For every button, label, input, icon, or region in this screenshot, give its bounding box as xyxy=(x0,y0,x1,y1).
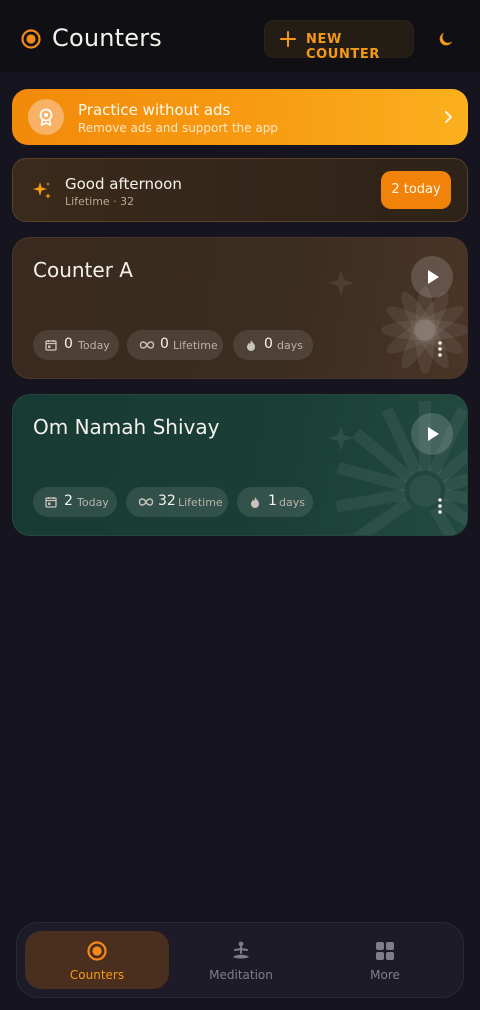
streak-count: 1 xyxy=(268,493,277,509)
today-label: Today xyxy=(77,496,109,509)
greeting-lifetime: Lifetime · 32 xyxy=(65,195,135,208)
play-icon xyxy=(428,427,439,441)
counter-card[interactable]: Counter A 0 Today 0 Lifetime 0 days xyxy=(12,237,468,379)
nav-item-more[interactable]: More xyxy=(313,931,457,989)
today-count: 0 xyxy=(64,336,73,352)
meditation-icon xyxy=(233,941,249,959)
lifetime-stat-chip: 32 Lifetime xyxy=(126,487,228,517)
award-badge-icon xyxy=(28,99,64,135)
lifetime-label: Lifetime xyxy=(173,339,218,352)
page-title: Counters xyxy=(52,24,163,52)
greeting-card: Good afternoon Lifetime · 32 2 today xyxy=(12,158,468,222)
chevron-right-icon xyxy=(445,111,452,123)
app-root: Counters NEW COUNTER Practice without ad… xyxy=(0,0,480,1010)
more-vertical-icon[interactable] xyxy=(433,496,447,516)
today-stat-chip: 2 Today xyxy=(33,487,117,517)
greeting-title: Good afternoon xyxy=(65,175,182,193)
grid-icon xyxy=(376,942,394,960)
plus-icon xyxy=(280,31,296,47)
more-vertical-icon[interactable] xyxy=(433,339,447,359)
lifetime-stat-chip: 0 Lifetime xyxy=(127,330,223,360)
moon-icon[interactable] xyxy=(436,28,458,50)
today-label: Today xyxy=(78,339,110,352)
flame-icon xyxy=(251,497,259,508)
target-icon xyxy=(21,29,41,49)
top-app-bar: Counters NEW COUNTER xyxy=(0,0,480,72)
streak-count: 0 xyxy=(264,336,273,352)
nav-label-meditation: Meditation xyxy=(209,968,273,982)
new-counter-label: NEW COUNTER xyxy=(306,32,380,62)
counter-name: Counter A xyxy=(33,258,133,282)
bottom-navigation: Counters Meditation More xyxy=(16,922,464,998)
calendar-icon xyxy=(45,340,57,351)
play-icon xyxy=(428,270,439,284)
nav-item-counters[interactable]: Counters xyxy=(25,931,169,989)
promo-subtitle: Remove ads and support the app xyxy=(78,121,278,135)
streak-label: days xyxy=(279,496,305,509)
lifetime-count: 0 xyxy=(160,336,169,352)
sparkle-icon xyxy=(33,182,51,199)
lifetime-label: Lifetime xyxy=(178,496,223,509)
counter-card[interactable]: Om Namah Shivay 2 Today 32 Lifetime 1 da… xyxy=(12,394,468,536)
counter-name: Om Namah Shivay xyxy=(33,415,220,439)
streak-label: days xyxy=(277,339,303,352)
streak-stat-chip: 1 days xyxy=(237,487,313,517)
remove-ads-banner[interactable]: Practice without ads Remove ads and supp… xyxy=(12,89,468,145)
calendar-icon xyxy=(45,497,57,508)
nav-label-counters: Counters xyxy=(69,968,125,982)
lifetime-count: 32 xyxy=(158,493,176,509)
promo-title: Practice without ads xyxy=(78,101,231,119)
today-count-badge: 2 today xyxy=(381,171,451,209)
play-button[interactable] xyxy=(411,256,453,298)
new-counter-button[interactable]: NEW COUNTER xyxy=(264,20,414,62)
play-button[interactable] xyxy=(411,413,453,455)
today-stat-chip: 0 Today xyxy=(33,330,119,360)
today-count: 2 xyxy=(64,493,73,509)
infinity-icon xyxy=(139,341,155,349)
nav-label-more: More xyxy=(370,968,400,982)
nav-item-meditation[interactable]: Meditation xyxy=(169,931,313,989)
infinity-icon xyxy=(138,498,154,506)
flame-icon xyxy=(247,340,255,351)
streak-stat-chip: 0 days xyxy=(233,330,313,360)
target-icon xyxy=(87,941,107,961)
